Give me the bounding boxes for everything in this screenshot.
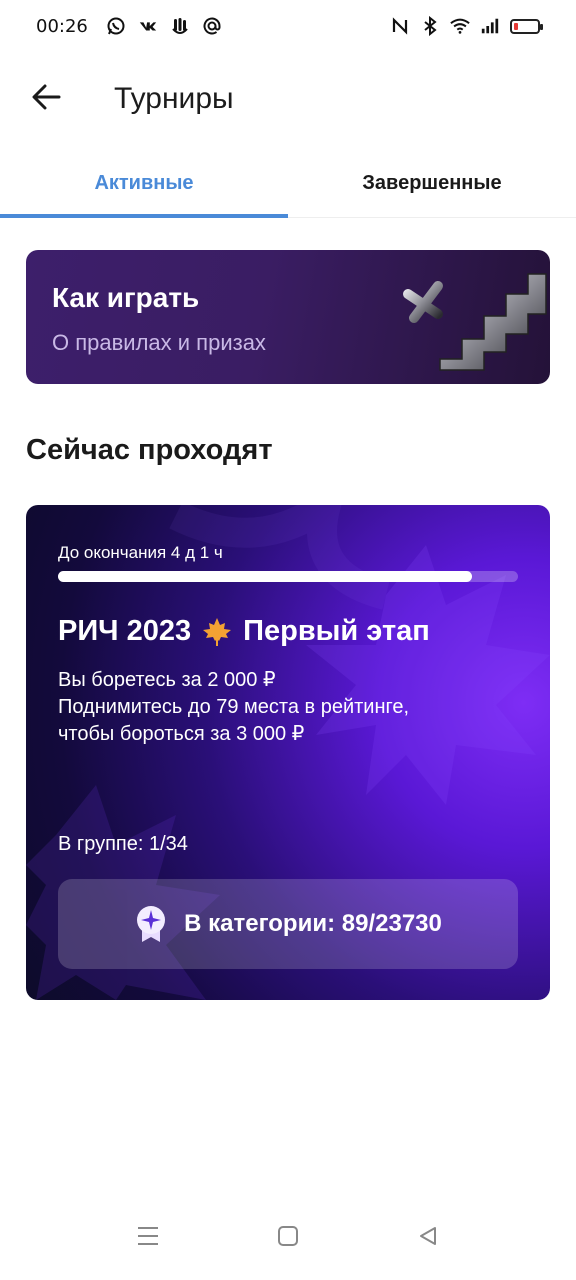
menu-icon — [138, 1227, 158, 1245]
tournament-card[interactable]: До окончания 4 д 1 ч РИЧ 2023 Первый эта… — [26, 505, 550, 1000]
vk-icon — [138, 16, 158, 36]
clubhouse-icon — [170, 16, 190, 36]
battery-icon — [510, 18, 543, 34]
status-right — [390, 16, 543, 36]
how-to-play-banner[interactable]: Как играть О правилах и призах — [26, 250, 550, 384]
progress-fill — [58, 571, 472, 582]
page-title: Турниры — [114, 82, 234, 115]
status-time: 00:26 — [36, 15, 88, 37]
progress-bar — [58, 571, 518, 582]
back-button[interactable] — [16, 69, 76, 129]
wifi-icon — [450, 16, 470, 36]
rank-line: Поднимитесь до 79 места в рейтинге, — [58, 696, 410, 718]
arrow-left-icon — [31, 84, 61, 115]
tournament-title-part2: Первый этап — [243, 615, 430, 647]
category-rank-button[interactable]: В категории: 89/23730 — [58, 879, 518, 969]
whatsapp-icon — [106, 16, 126, 36]
back-nav-button[interactable] — [413, 1221, 443, 1251]
tab-active[interactable]: Активные — [0, 150, 288, 218]
signal-icon — [480, 16, 500, 36]
app-header: Турниры — [0, 64, 576, 134]
maple-leaf-icon — [203, 617, 232, 646]
tournament-title-part1: РИЧ 2023 — [58, 615, 192, 647]
tournament-description: Вы боретесь за 2 000 ₽ Поднимитесь до 79… — [58, 667, 409, 748]
nfc-icon — [390, 16, 410, 36]
banner-subtitle: О правилах и призах — [52, 330, 266, 355]
status-left: 00:26 — [36, 16, 222, 37]
back-triangle-icon — [420, 1227, 436, 1245]
next-prize-line: чтобы бороться за 3 000 ₽ — [58, 723, 305, 745]
tabs: Активные Завершенные — [0, 150, 576, 218]
prize-line: Вы боретесь за 2 000 ₽ — [58, 669, 276, 691]
tab-finished[interactable]: Завершенные — [288, 150, 576, 217]
group-rank: В группе: 1/34 — [58, 833, 188, 855]
banner-title: Как играть — [52, 282, 200, 313]
home-square-icon — [278, 1226, 298, 1246]
status-bar: 00:26 — [0, 0, 576, 52]
category-rank-label: В категории: 89/23730 — [184, 910, 442, 937]
system-nav-bar — [0, 1192, 576, 1280]
stairs-illustration-icon — [403, 273, 547, 371]
at-sign-icon — [202, 16, 222, 36]
home-button[interactable] — [273, 1221, 303, 1251]
time-left-text: До окончания 4 д 1 ч — [58, 543, 223, 562]
tournament-title: РИЧ 2023 Первый этап — [58, 615, 430, 648]
menu-button[interactable] — [133, 1221, 163, 1251]
section-title: Сейчас проходят — [26, 434, 273, 466]
bluetooth-icon — [420, 16, 440, 36]
medal-icon — [137, 906, 166, 942]
